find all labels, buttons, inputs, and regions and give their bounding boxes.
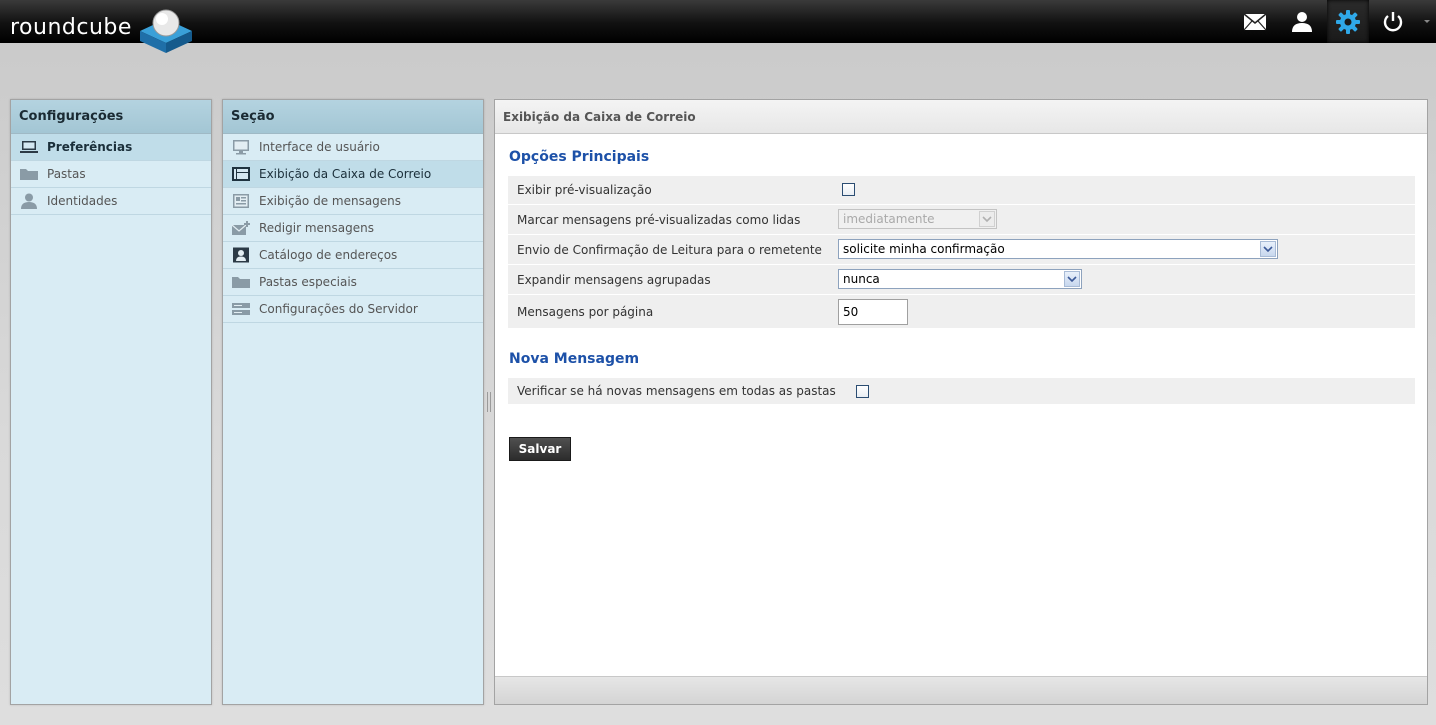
nav-item-folders[interactable]: Pastas: [11, 161, 211, 188]
compose-icon: [231, 221, 250, 235]
logo-text: roundcube: [10, 15, 132, 40]
chevron-down-icon: [1064, 271, 1080, 287]
expand-threads-select[interactable]: nunca: [838, 269, 1082, 289]
section-item-label: Redigir mensagens: [259, 221, 374, 235]
mark-read-label: Marcar mensagens pré-visualizadas como l…: [517, 213, 801, 227]
page-size-label: Mensagens por página: [517, 305, 654, 319]
option-row-mark-read: Marcar mensagens pré-visualizadas como l…: [508, 205, 1415, 235]
save-button[interactable]: Salvar: [509, 437, 571, 461]
chevron-down-icon: [979, 211, 995, 227]
nav-item-label: Identidades: [47, 194, 118, 208]
section-item-label: Interface de usuário: [259, 140, 380, 154]
option-row-expand-threads: Expandir mensagens agrupadas nunca: [508, 265, 1415, 295]
monitor-icon: [233, 140, 249, 155]
section-item-label: Exibição da Caixa de Correio: [259, 167, 432, 181]
sections-panel: Seção Interface de usuário Exibição da C…: [222, 99, 484, 705]
section-item-addressbook[interactable]: Catálogo de endereços: [223, 242, 483, 269]
nav-item-preferences[interactable]: Preferências: [11, 134, 211, 161]
settings-button[interactable]: [1327, 0, 1369, 43]
expand-threads-value: nunca: [843, 272, 880, 286]
folder-icon: [20, 169, 38, 180]
nav-item-label: Pastas: [47, 167, 86, 181]
content-title: Exibição da Caixa de Correio: [495, 100, 1427, 134]
main-options-title: Opções Principais: [509, 149, 650, 165]
nav-item-label: Preferências: [47, 140, 133, 154]
settings-categories-panel: Configurações Preferências Pastas Identi…: [10, 99, 212, 705]
chevron-down-icon[interactable]: [1422, 16, 1432, 26]
check-all-folders-label: Verificar se há novas mensagens em todas…: [517, 384, 836, 398]
page-size-input[interactable]: 50: [838, 299, 908, 325]
mark-read-value: imediatamente: [843, 212, 935, 226]
section-item-server[interactable]: Configurações do Servidor: [223, 296, 483, 323]
top-bar: roundcube: [0, 0, 1436, 53]
power-icon: [1383, 11, 1403, 31]
section-item-label: Pastas especiais: [259, 275, 357, 289]
preview-label: Exibir pré-visualização: [517, 183, 652, 197]
section-item-compose[interactable]: Redigir mensagens: [223, 215, 483, 242]
folder-icon: [232, 277, 250, 288]
gear-icon: [1336, 9, 1360, 34]
read-receipt-value: solicite minha confirmação: [843, 242, 1005, 256]
preferences-content-panel: Exibição da Caixa de Correio Opções Prin…: [494, 99, 1428, 705]
option-row-check-all-folders: Verificar se há novas mensagens em todas…: [508, 378, 1415, 405]
section-item-special-folders[interactable]: Pastas especiais: [223, 269, 483, 296]
mailbox-layout-icon: [232, 167, 250, 181]
option-row-preview: Exibir pré-visualização: [508, 176, 1415, 205]
check-all-folders-checkbox[interactable]: [856, 385, 869, 398]
section-item-label: Catálogo de endereços: [259, 248, 398, 262]
option-row-read-receipt: Envio de Confirmação de Leitura para o r…: [508, 235, 1415, 265]
nav-item-identities[interactable]: Identidades: [11, 188, 211, 215]
mail-button[interactable]: [1234, 0, 1276, 43]
mail-icon: [1243, 12, 1267, 30]
person-icon: [21, 193, 37, 209]
roundcube-logo[interactable]: roundcube: [10, 5, 192, 53]
contacts-icon: [1292, 11, 1312, 32]
server-icon: [232, 303, 250, 315]
read-receipt-label: Envio de Confirmação de Leitura para o r…: [517, 243, 822, 257]
logout-button[interactable]: [1372, 0, 1414, 43]
settings-categories-title: Configurações: [11, 100, 211, 134]
new-message-title: Nova Mensagem: [509, 351, 640, 367]
content-footer: [495, 676, 1427, 704]
section-item-mailbox-view[interactable]: Exibição da Caixa de Correio: [223, 161, 483, 188]
read-receipt-select[interactable]: solicite minha confirmação: [838, 239, 1278, 259]
laptop-icon: [20, 141, 38, 153]
option-row-page-size: Mensagens por página 50: [508, 295, 1415, 329]
mark-read-select[interactable]: imediatamente: [838, 209, 997, 229]
chevron-down-icon: [1260, 241, 1276, 257]
section-item-message-view[interactable]: Exibição de mensagens: [223, 188, 483, 215]
section-item-interface[interactable]: Interface de usuário: [223, 134, 483, 161]
contacts-button[interactable]: [1281, 0, 1323, 43]
section-item-label: Configurações do Servidor: [259, 302, 418, 316]
section-item-label: Exibição de mensagens: [259, 194, 402, 208]
sections-title: Seção: [223, 100, 483, 134]
expand-threads-label: Expandir mensagens agrupadas: [517, 273, 711, 287]
preview-checkbox[interactable]: [842, 183, 855, 196]
message-view-icon: [233, 194, 249, 208]
panel-splitter-handle[interactable]: [486, 392, 492, 412]
addressbook-icon: [233, 247, 249, 263]
logo-cube-icon: [140, 9, 192, 53]
